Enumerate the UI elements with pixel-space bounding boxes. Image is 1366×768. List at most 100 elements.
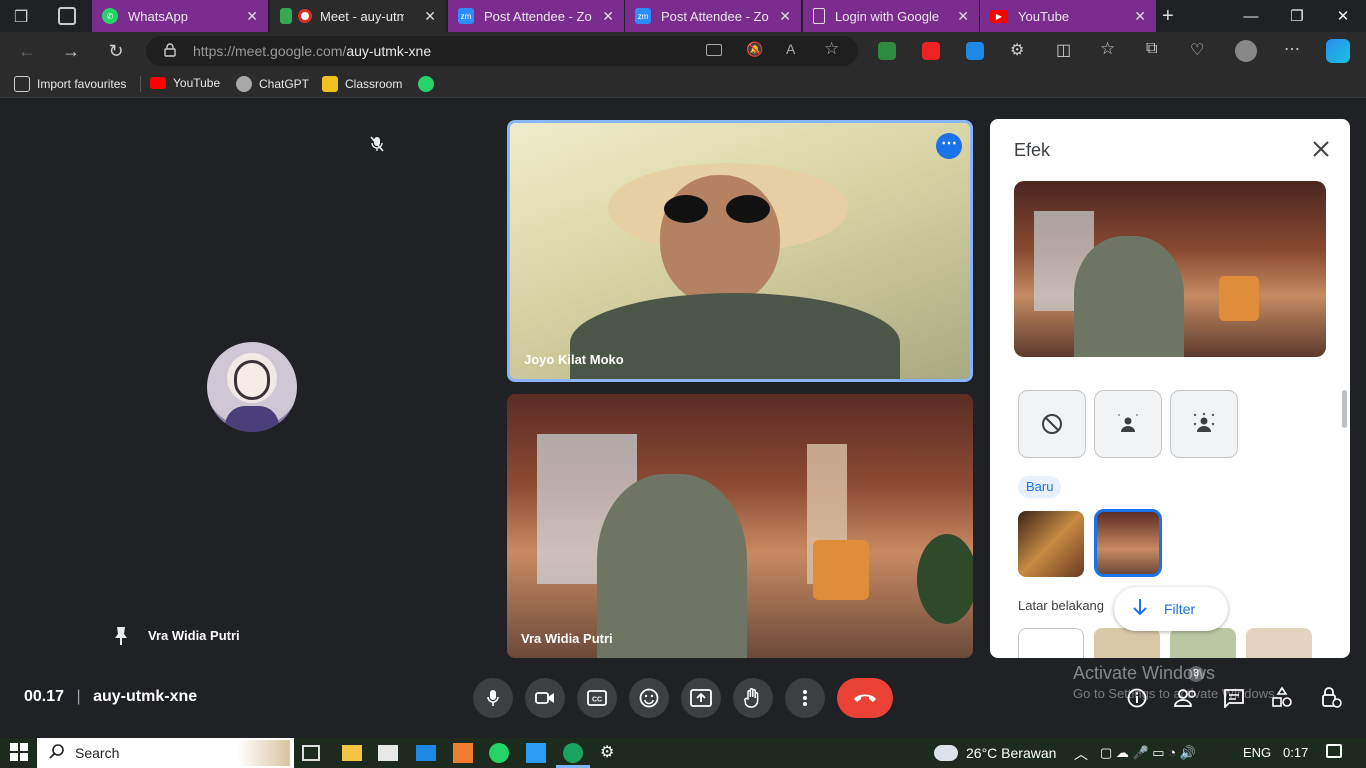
tab-actions-icon[interactable] — [58, 7, 76, 25]
performance-icon[interactable]: ♡ — [1190, 40, 1204, 60]
tab-youtube[interactable]: ▶ YouTube ✕ — [980, 0, 1156, 32]
close-tab-icon[interactable]: ✕ — [1134, 8, 1146, 25]
more-menu-icon[interactable]: ⋯ — [1284, 39, 1300, 59]
camera-permission-icon[interactable] — [706, 44, 722, 56]
taskbar-search-box[interactable]: Search — [37, 738, 294, 768]
collections-icon[interactable]: ⧉ — [1146, 40, 1157, 58]
bookmark-classroom[interactable]: Classroom — [322, 76, 402, 92]
captions-button[interactable]: CC — [577, 678, 617, 718]
section-new-badge: Baru — [1018, 476, 1062, 498]
office-app-icon[interactable] — [453, 743, 473, 763]
notifications-icon[interactable] — [1326, 744, 1342, 758]
task-view-icon[interactable] — [302, 745, 320, 761]
clock[interactable]: 0:17 — [1283, 745, 1308, 760]
windows-taskbar: Search ⚙ 26°C Berawan ︿ ▢ ☁ 🎤 ▭ ◔ 🔊 ENG … — [0, 738, 1366, 768]
extension-blue-icon[interactable] — [966, 42, 984, 60]
whatsapp-icon[interactable] — [489, 743, 509, 763]
no-effect-button[interactable] — [1018, 390, 1086, 458]
background-cabin-thumb-selected[interactable] — [1094, 509, 1162, 577]
panel-title: Efek — [1014, 140, 1051, 160]
effects-panel: Efek Baru Latar belakang Filter — [990, 119, 1350, 658]
extension-red-icon[interactable] — [922, 42, 940, 60]
zoom-icon: zm — [458, 8, 474, 24]
mail-icon[interactable] — [416, 745, 436, 761]
back-icon[interactable]: ← — [16, 40, 38, 62]
full-blur-button[interactable] — [1170, 390, 1238, 458]
tab-zoom-1[interactable]: zm Post Attendee - Zoom ✕ — [448, 0, 624, 32]
close-tab-icon[interactable]: ✕ — [602, 8, 614, 25]
weather-cloud-icon[interactable] — [934, 745, 958, 761]
browser-tab-bar: ❒ ✆ WhatsApp ✕ Meet - auy-utmk ✕ zm Post… — [0, 0, 1366, 32]
camera-button[interactable] — [525, 678, 565, 718]
background-thumb[interactable] — [1246, 628, 1312, 658]
settings-gear-icon[interactable]: ⚙ — [600, 743, 620, 763]
store-icon[interactable] — [378, 745, 398, 761]
mic-muted-icon — [370, 136, 384, 157]
filter-button[interactable]: Filter — [1114, 587, 1228, 631]
read-aloud-icon[interactable]: A — [786, 41, 795, 57]
split-screen-icon[interactable]: ◫ — [1056, 40, 1071, 60]
raise-hand-button[interactable] — [733, 678, 773, 718]
close-tab-icon[interactable]: ✕ — [246, 8, 258, 25]
copilot-icon[interactable] — [1326, 39, 1350, 63]
tile-more-options-button[interactable]: ⋯ — [936, 133, 962, 159]
bookmark-import[interactable]: Import favourites — [14, 76, 126, 92]
close-tab-icon[interactable]: ✕ — [957, 8, 969, 25]
background-thumb[interactable] — [1094, 628, 1160, 658]
tab-google-login[interactable]: Login with Google - ✕ — [803, 0, 979, 32]
extensions-icon[interactable]: ⚙ — [1010, 40, 1024, 60]
video-plant — [917, 534, 973, 624]
file-explorer-icon[interactable] — [342, 745, 362, 761]
edge-browser-icon[interactable] — [563, 743, 583, 763]
forward-icon[interactable]: → — [60, 40, 82, 62]
favourites-icon[interactable]: ☆ — [1100, 39, 1115, 59]
tab-title: Login with Google - — [835, 8, 943, 24]
extension-green-icon[interactable] — [878, 42, 896, 60]
close-tab-icon[interactable]: ✕ — [779, 8, 791, 25]
bookmark-chatgpt[interactable]: ChatGPT — [236, 76, 309, 92]
language-indicator[interactable]: ENG — [1243, 745, 1271, 760]
slight-blur-button[interactable] — [1094, 390, 1162, 458]
windows-start-icon[interactable] — [10, 743, 30, 763]
restore-icon[interactable]: ❐ — [1274, 0, 1320, 32]
emoji-reaction-button[interactable] — [629, 678, 669, 718]
pin-icon[interactable] — [114, 626, 128, 651]
more-options-button[interactable] — [785, 678, 825, 718]
tab-zoom-2[interactable]: zm Post Attendee - Zoom ✕ — [625, 0, 801, 32]
add-background-thumb[interactable] — [1018, 628, 1084, 658]
participant-tile-joyo[interactable]: ⋯ Joyo Kilat Moko — [507, 120, 973, 382]
new-tab-icon[interactable]: + — [1162, 5, 1174, 28]
background-thumb[interactable] — [1170, 628, 1236, 658]
chevron-up-icon[interactable]: ︿ — [1074, 744, 1088, 764]
mute-tab-icon[interactable]: 🔕 — [746, 41, 763, 58]
workspaces-icon[interactable]: ❒ — [14, 7, 32, 26]
page-icon — [813, 8, 825, 24]
participant-name: Vra Widia Putri — [521, 631, 613, 646]
participant-tile-vra[interactable]: Vra Widia Putri — [507, 394, 973, 658]
minimize-icon[interactable]: — — [1228, 0, 1274, 32]
close-icon[interactable] — [1312, 140, 1330, 163]
bookmark-whatsapp[interactable] — [418, 76, 441, 92]
microphone-button[interactable] — [473, 678, 513, 718]
tab-title: Meet - auy-utmk — [320, 8, 404, 24]
tab-meet[interactable]: Meet - auy-utmk ✕ — [270, 0, 446, 32]
background-christmas-thumb[interactable] — [1018, 511, 1084, 577]
favourite-star-icon[interactable]: ☆ — [824, 39, 839, 59]
tray-icons[interactable]: ▢ ☁ 🎤 ▭ ◔ 🔊 — [1100, 745, 1196, 761]
profile-avatar[interactable] — [1235, 40, 1257, 62]
close-window-icon[interactable]: ✕ — [1320, 0, 1366, 32]
close-tab-icon[interactable]: ✕ — [424, 8, 436, 25]
tab-whatsapp[interactable]: ✆ WhatsApp ✕ — [92, 0, 268, 32]
tab-title: Post Attendee - Zoom — [484, 8, 592, 24]
refresh-icon[interactable]: ↻ — [105, 40, 127, 62]
participant-tile-self[interactable]: Vra Widia Putri — [0, 98, 500, 658]
panel-scrollbar[interactable] — [1342, 390, 1347, 428]
app-icon[interactable] — [526, 743, 546, 763]
bookmark-youtube[interactable]: YouTube — [150, 76, 220, 90]
present-screen-button[interactable] — [681, 678, 721, 718]
participant-name: Joyo Kilat Moko — [524, 352, 624, 367]
leave-call-button[interactable] — [837, 678, 893, 718]
weather-text[interactable]: 26°C Berawan — [966, 745, 1056, 761]
address-bar[interactable]: https://meet.google.com/auy-utmk-xne 🔕 A… — [146, 36, 858, 66]
lock-icon[interactable] — [164, 43, 176, 57]
